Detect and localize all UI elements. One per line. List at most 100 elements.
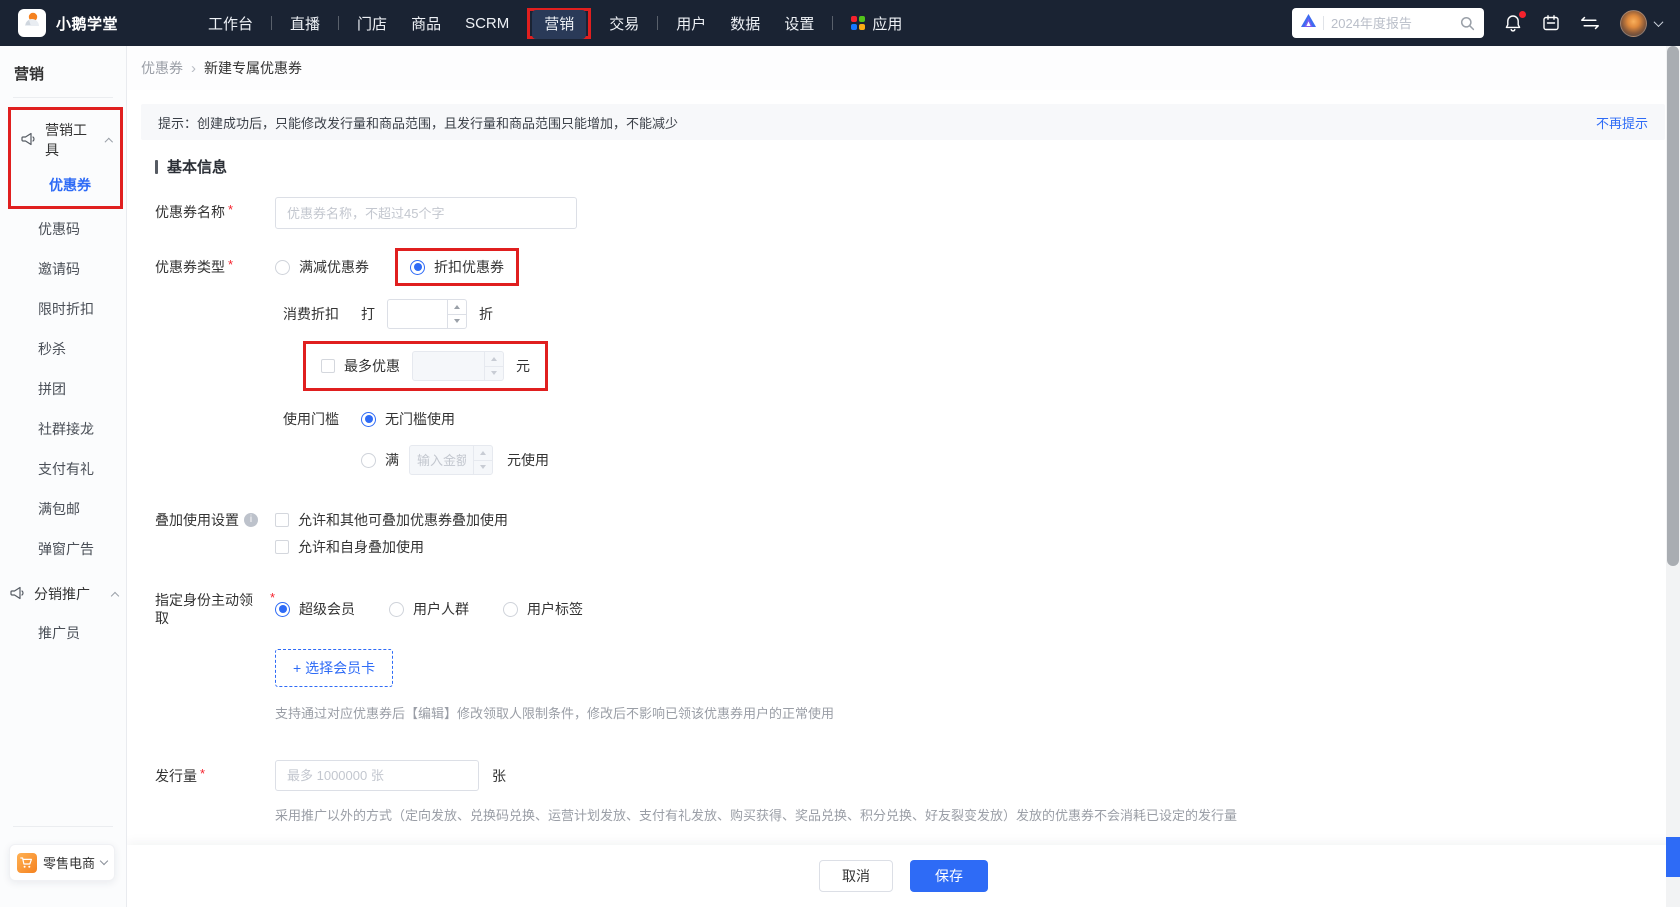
nav-item-scrm[interactable]: SCRM <box>453 9 521 38</box>
radio-option-min-spend[interactable]: 满 <box>361 450 399 470</box>
swap-arrows-icon[interactable] <box>1580 15 1600 31</box>
radio-unselected-icon[interactable] <box>503 602 518 617</box>
stepper-spinner <box>484 352 503 380</box>
stacking-self-checkbox-option[interactable]: 允许和自身叠加使用 <box>275 537 508 557</box>
checkbox-unchecked-icon[interactable] <box>275 513 289 527</box>
radio-selected-icon[interactable] <box>361 412 376 427</box>
sidebar-item-invite-code[interactable]: 邀请码 <box>0 249 126 289</box>
coupon-type-label: 优惠券类型* <box>155 258 275 276</box>
radio-unselected-icon[interactable] <box>275 260 290 275</box>
notifications-button[interactable] <box>1504 14 1522 33</box>
breadcrumb-separator-icon: › <box>191 60 196 77</box>
radio-selected-icon[interactable] <box>410 260 425 275</box>
brand-logo[interactable] <box>18 9 46 37</box>
chevron-up-icon <box>105 137 113 145</box>
brand-name: 小鹅学堂 <box>56 13 118 34</box>
section-bar <box>155 160 158 174</box>
radio-selected-icon[interactable] <box>275 602 290 617</box>
nav-separator <box>338 16 339 30</box>
nav-item-store[interactable]: 门店 <box>345 7 399 40</box>
radio-unselected-icon[interactable] <box>361 453 376 468</box>
apps-grid-icon <box>851 16 865 30</box>
sidebar-item-group-buy[interactable]: 拼团 <box>0 369 126 409</box>
issuance-label: 发行量* <box>155 767 275 785</box>
discount-value-input[interactable] <box>388 300 447 328</box>
search-icon[interactable] <box>1460 16 1475 31</box>
sidebar-item-limited-time-discount[interactable]: 限时折扣 <box>0 289 126 329</box>
nav-item-apps[interactable]: 应用 <box>839 7 914 40</box>
sidebar-group-label: 营销工具 <box>45 120 98 160</box>
discount-value-stepper[interactable] <box>387 299 467 329</box>
required-asterisk: * <box>228 256 233 274</box>
max-discount-checkbox-option[interactable]: 最多优惠 <box>321 356 400 376</box>
radio-option-no-threshold[interactable]: 无门槛使用 <box>361 409 455 429</box>
notification-dot <box>1519 11 1526 18</box>
radio-unselected-icon[interactable] <box>389 602 404 617</box>
nav-separator <box>657 16 658 30</box>
global-search[interactable] <box>1292 8 1484 38</box>
consume-discount-label: 消费折扣 <box>283 304 339 324</box>
avatar <box>1620 10 1647 37</box>
annotation-box-marketing-nav: 营销 <box>527 8 591 39</box>
nav-item-marketing[interactable]: 营销 <box>532 10 586 39</box>
issuance-input[interactable] <box>275 760 479 791</box>
dismiss-tip-link[interactable]: 不再提示 <box>1596 113 1648 132</box>
sidebar-item-coupon[interactable]: 优惠券 <box>11 169 120 203</box>
nav-item-data[interactable]: 数据 <box>718 7 772 40</box>
threshold-label: 使用门槛 <box>283 409 339 429</box>
sidebar-group-distribution[interactable]: 分销推广 <box>0 575 126 613</box>
required-asterisk: * <box>200 765 205 783</box>
spinner-down-button[interactable] <box>448 314 466 329</box>
nav-item-settings[interactable]: 设置 <box>772 7 826 40</box>
checkbox-unchecked-icon[interactable] <box>275 540 289 554</box>
radio-option-user-tag[interactable]: 用户标签 <box>503 599 583 619</box>
sidebar-item-free-shipping[interactable]: 满包邮 <box>0 489 126 529</box>
sidebar-item-community-relay[interactable]: 社群接龙 <box>0 409 126 449</box>
radio-option-discount[interactable]: 折扣优惠券 <box>410 257 504 277</box>
breadcrumb: 优惠券 › 新建专属优惠券 <box>127 46 1680 90</box>
cancel-button[interactable]: 取消 <box>819 860 893 892</box>
radio-option-user-group[interactable]: 用户人群 <box>389 599 469 619</box>
cart-icon <box>17 853 37 873</box>
annotation-box-marketing-tools: 营销工具 优惠券 <box>8 107 123 209</box>
coupon-name-input[interactable] <box>275 197 577 229</box>
sidebar-group-marketing-tools[interactable]: 营销工具 <box>11 111 120 169</box>
save-button[interactable]: 保存 <box>910 860 988 892</box>
coupon-form: 基本信息 优惠券名称* 优惠券类型* 满减优惠券 <box>127 140 1680 907</box>
sidebar-item-pay-gift[interactable]: 支付有礼 <box>0 449 126 489</box>
topbar-right <box>1292 8 1662 38</box>
stepper-spinner <box>473 446 492 474</box>
sidebar-title: 营销 <box>0 46 126 97</box>
search-input[interactable] <box>1331 16 1453 31</box>
top-navigation: 工作台 直播 门店 商品 SCRM 营销 交易 用户 数据 设置 应用 <box>196 7 914 40</box>
calendar-button[interactable] <box>1542 14 1560 32</box>
store-switcher[interactable]: 零售电商 <box>9 844 115 881</box>
megaphone-icon <box>10 586 26 603</box>
nav-item-workbench[interactable]: 工作台 <box>196 7 265 40</box>
nav-item-users[interactable]: 用户 <box>664 7 718 40</box>
nav-item-trade[interactable]: 交易 <box>597 7 651 40</box>
nav-item-live[interactable]: 直播 <box>278 7 332 40</box>
scrollbar-thumb[interactable] <box>1667 46 1679 566</box>
sidebar-item-coupon-code[interactable]: 优惠码 <box>0 209 126 249</box>
breadcrumb-parent[interactable]: 优惠券 <box>141 58 183 78</box>
stacking-other-checkbox-option[interactable]: 允许和其他可叠加优惠券叠加使用 <box>275 510 508 530</box>
radio-option-full-reduction[interactable]: 满减优惠券 <box>275 257 369 277</box>
checkbox-unchecked-icon[interactable] <box>321 359 335 373</box>
sidebar-item-flash-sale[interactable]: 秒杀 <box>0 329 126 369</box>
search-brand-icon <box>1301 14 1316 33</box>
info-icon[interactable]: i <box>244 513 258 527</box>
floating-widget[interactable] <box>1666 837 1680 877</box>
stepper-spinner <box>447 300 466 328</box>
sidebar-item-popup-ads[interactable]: 弹窗广告 <box>0 529 126 569</box>
nav-separator <box>271 16 272 30</box>
select-member-card-button[interactable]: + 选择会员卡 <box>275 649 393 687</box>
spinner-up-button[interactable] <box>448 300 466 314</box>
sidebar-item-promoter[interactable]: 推广员 <box>0 613 126 653</box>
account-menu[interactable] <box>1620 10 1662 37</box>
annotation-box-discount-type: 折扣优惠券 <box>395 248 519 286</box>
radio-option-super-member[interactable]: 超级会员 <box>275 599 355 619</box>
max-discount-unit: 元 <box>516 356 530 376</box>
nav-item-goods[interactable]: 商品 <box>399 7 453 40</box>
min-spend-stepper <box>409 445 493 475</box>
